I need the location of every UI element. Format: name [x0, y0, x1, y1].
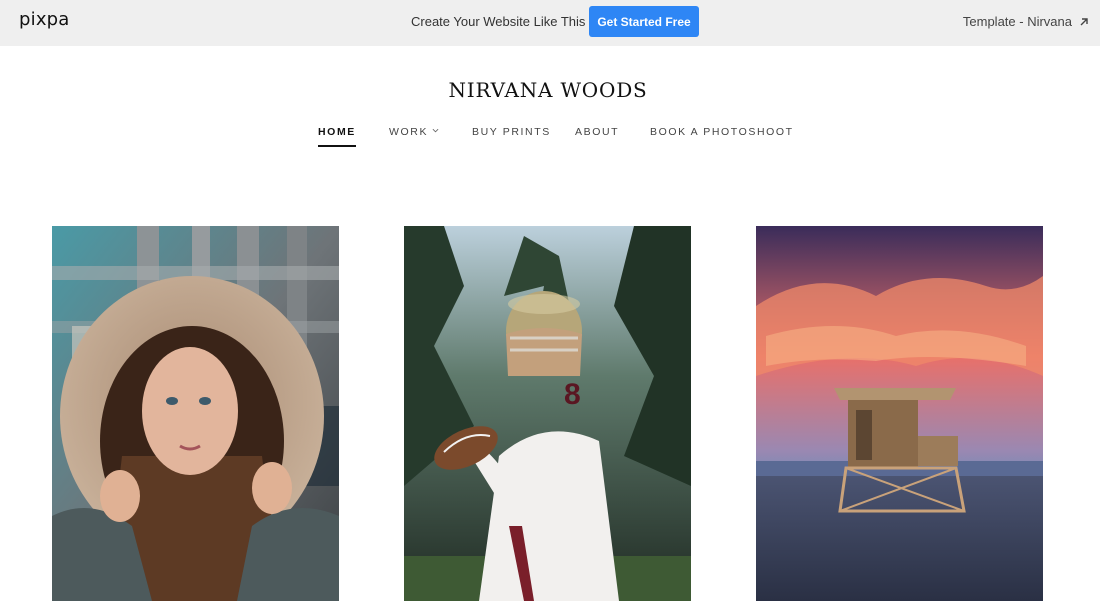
- site-title[interactable]: NIRVANA WOODS: [0, 78, 1096, 102]
- promo-bar: pixpa Create Your Website Like This Get …: [0, 0, 1100, 46]
- nav-item-about[interactable]: ABOUT: [575, 126, 619, 138]
- nav-item-book-a-photoshoot[interactable]: BOOK A PHOTOSHOOT: [650, 126, 794, 138]
- nav-item-buy-prints[interactable]: BUY PRINTS: [472, 126, 551, 138]
- promo-text: Create Your Website Like This: [411, 14, 586, 29]
- nav-item-work-label: WORK: [389, 126, 429, 138]
- chevron-down-icon: [432, 128, 439, 133]
- pixpa-logo[interactable]: pixpa: [19, 9, 70, 30]
- nav-item-work[interactable]: WORK: [389, 126, 439, 138]
- gallery-photo-football[interactable]: 8: [404, 226, 691, 601]
- main-nav: HOME WORK BUY PRINTS ABOUT BOOK A PHOTOS…: [0, 126, 1100, 150]
- template-link[interactable]: Template - Nirvana: [963, 14, 1090, 29]
- football-player-photo-icon: 8: [404, 226, 691, 601]
- nav-item-home[interactable]: HOME: [318, 126, 356, 147]
- template-link-label: Template - Nirvana: [962, 14, 1072, 29]
- lifeguard-tower-sunset-photo-icon: [756, 226, 1043, 601]
- external-arrow-icon: [1080, 17, 1088, 25]
- portrait-photo-icon: [52, 226, 339, 601]
- svg-text:8: 8: [564, 378, 581, 411]
- gallery-photo-lifeguard-tower[interactable]: [756, 226, 1043, 601]
- gallery-photo-portrait[interactable]: [52, 226, 339, 601]
- get-started-button[interactable]: Get Started Free: [589, 6, 699, 37]
